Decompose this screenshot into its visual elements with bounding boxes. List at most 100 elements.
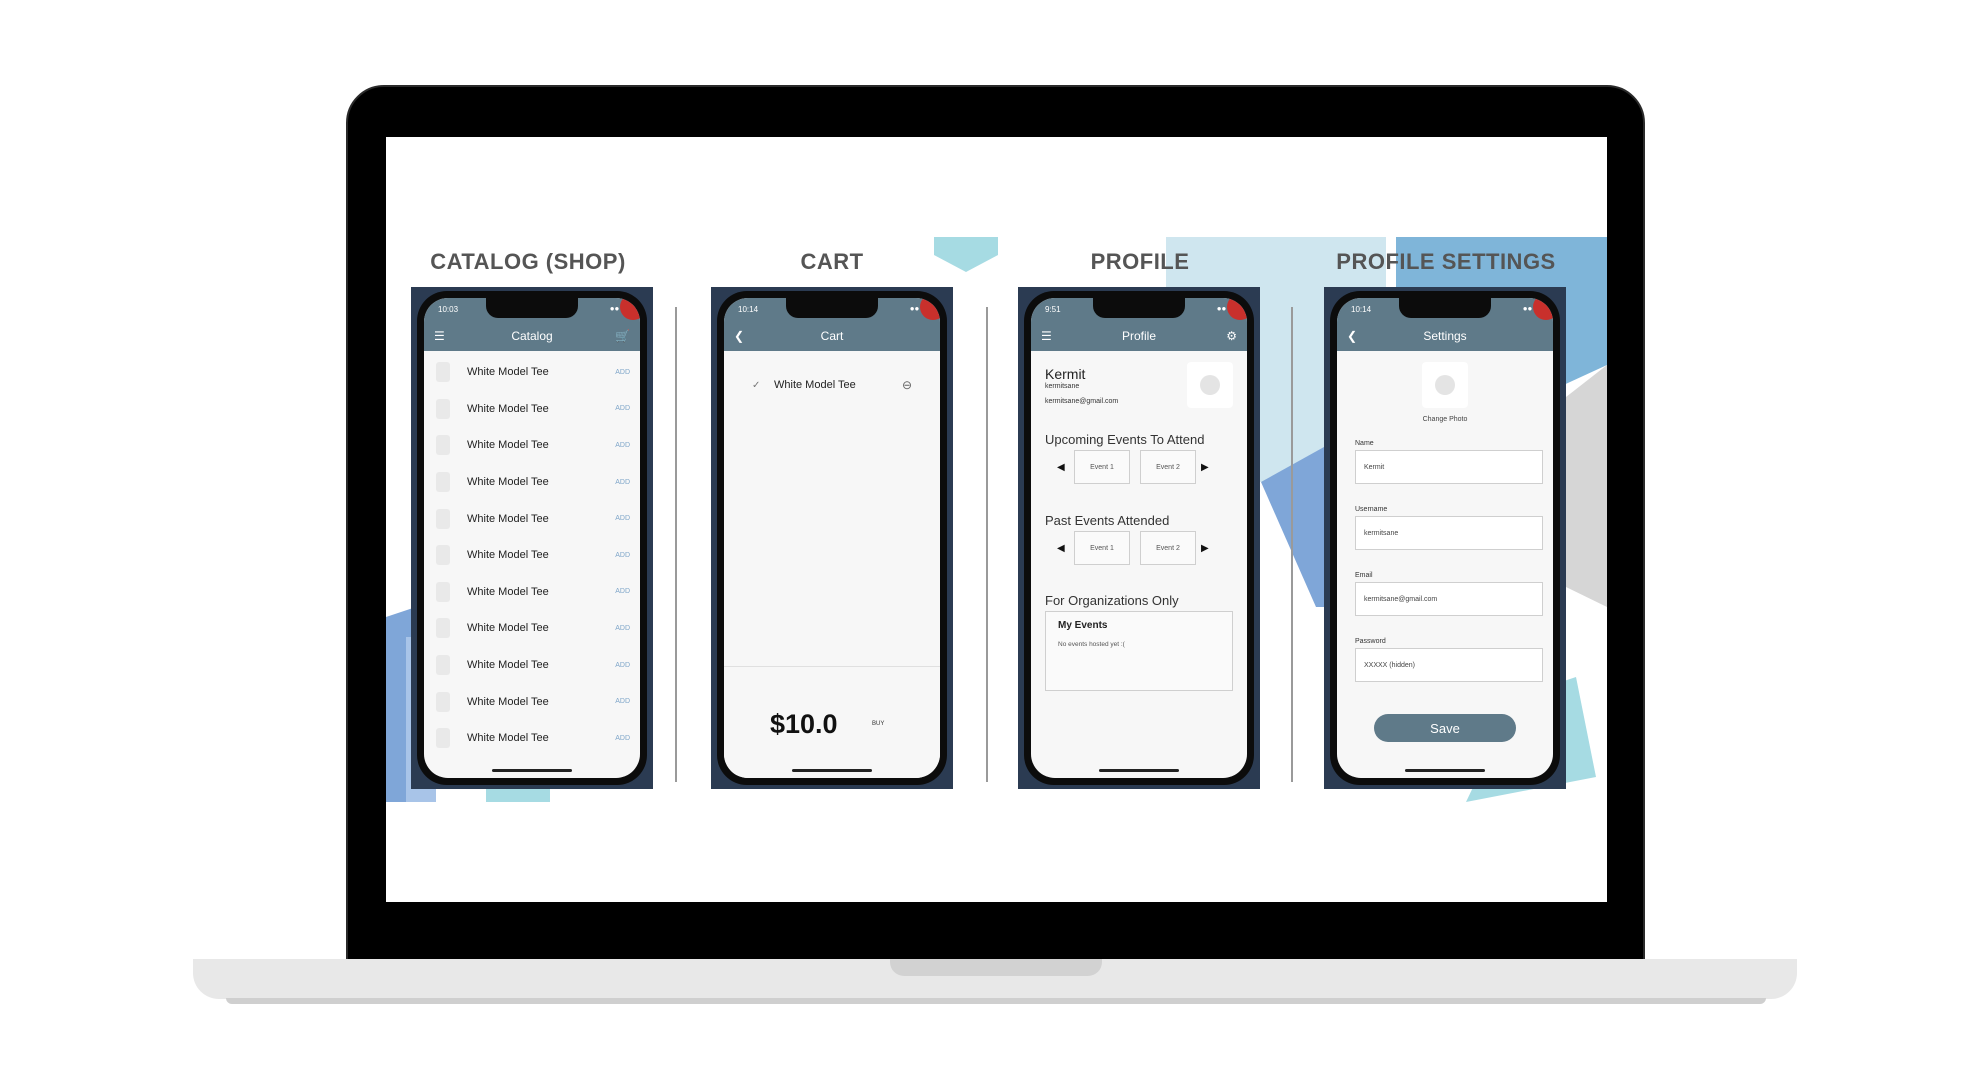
tshirt-thumbnail — [436, 728, 450, 749]
back-icon[interactable]: ❮ — [734, 329, 744, 343]
add-button[interactable]: ADD — [615, 369, 630, 376]
back-icon[interactable]: ❮ — [1347, 329, 1357, 343]
my-events-title: My Events — [1058, 620, 1108, 631]
nav-title: Profile — [1121, 328, 1156, 343]
list-item[interactable]: White Model Tee ADD — [424, 391, 640, 428]
username-field[interactable]: kermitsane — [1355, 516, 1543, 550]
add-button[interactable]: ADD — [615, 552, 630, 559]
add-button[interactable]: ADD — [615, 479, 630, 486]
my-events-empty: No events hosted yet :( — [1058, 641, 1125, 648]
section-title-settings: PROFILE SETTINGS — [1336, 249, 1556, 274]
add-button[interactable]: ADD — [615, 735, 630, 742]
nav-bar: ❮ Settings — [1337, 320, 1553, 351]
arrow-left-icon[interactable]: ◀ — [1057, 543, 1069, 554]
email-field[interactable]: kermitsane@gmail.com — [1355, 582, 1543, 616]
list-item[interactable]: White Model Tee ADD — [424, 720, 640, 757]
tshirt-thumbnail — [436, 655, 450, 676]
remove-icon[interactable]: ⊖ — [902, 378, 912, 392]
tshirt-thumbnail — [436, 545, 450, 566]
list-item[interactable]: White Model Tee ADD — [424, 574, 640, 611]
menu-icon[interactable]: ☰ — [1041, 329, 1052, 343]
list-item[interactable]: White Model Tee ADD — [424, 464, 640, 501]
catalog-screen: 10:03 ●● ≈ ☰ Catalog 🛒 White Model Tee AD… — [424, 298, 640, 778]
name-label: Name — [1355, 440, 1374, 447]
list-item[interactable]: White Model Tee ADD — [424, 683, 640, 720]
cart-icon[interactable]: 🛒 — [615, 329, 630, 343]
nav-bar: ❮ Cart — [724, 320, 940, 351]
list-item[interactable]: White Model Tee ADD — [424, 427, 640, 464]
change-photo-link[interactable]: Change Photo — [1337, 416, 1553, 423]
phone-notch — [486, 298, 578, 318]
nav-title: Settings — [1423, 328, 1467, 343]
my-events-panel: My Events No events hosted yet :( — [1045, 611, 1233, 691]
section-title-catalog: CATALOG (SHOP) — [430, 249, 626, 274]
event-card[interactable]: Event 2 — [1140, 450, 1196, 484]
add-button[interactable]: ADD — [615, 662, 630, 669]
tshirt-thumbnail — [436, 508, 450, 529]
item-name: White Model Tee — [467, 622, 549, 635]
menu-icon[interactable]: ☰ — [434, 329, 445, 343]
list-item[interactable]: White Model Tee ADD — [424, 610, 640, 647]
arrow-left-icon[interactable]: ◀ — [1057, 462, 1069, 473]
status-time: 9:51 — [1045, 305, 1061, 314]
arrow-right-icon[interactable]: ▶ — [1201, 543, 1213, 554]
add-button[interactable]: ADD — [615, 515, 630, 522]
laptop-screen: CATALOG (SHOP) CART PROFILE PROFILE SETT… — [386, 137, 1607, 902]
username-label: Username — [1355, 506, 1388, 513]
tshirt-thumbnail — [436, 691, 450, 712]
checkmark-icon: ✓ — [752, 379, 761, 391]
laptop-mockup: CATALOG (SHOP) CART PROFILE PROFILE SETT… — [0, 0, 1980, 1080]
phone-frame: 9:51 ●● ≈ ☰ Profile ⚙ Kermit kermitsane … — [1024, 291, 1254, 785]
event-card[interactable]: Event 1 — [1074, 531, 1130, 565]
profile-screen: 9:51 ●● ≈ ☰ Profile ⚙ Kermit kermitsane … — [1031, 298, 1247, 778]
item-name: White Model Tee — [467, 439, 549, 452]
add-button[interactable]: ADD — [615, 625, 630, 632]
add-button[interactable]: ADD — [615, 588, 630, 595]
list-item[interactable]: White Model Tee ADD — [424, 537, 640, 574]
nav-title: Catalog — [511, 328, 553, 343]
list-item[interactable]: White Model Tee ADD — [424, 647, 640, 684]
laptop-notch — [890, 959, 1102, 976]
item-name: White Model Tee — [467, 659, 549, 672]
organizations-heading: For Organizations Only — [1045, 593, 1179, 608]
event-card[interactable]: Event 1 — [1074, 450, 1130, 484]
password-field[interactable]: XXXXX (hidden) — [1355, 648, 1543, 682]
save-button[interactable]: Save — [1374, 714, 1516, 742]
tshirt-thumbnail — [436, 435, 450, 456]
cart-item-name: White Model Tee — [774, 379, 856, 391]
laptop-shadow — [226, 998, 1766, 1004]
divider — [675, 307, 677, 782]
divider — [986, 307, 988, 782]
past-events-carousel: ◀ Event 1 Event 2 ▶ — [1057, 531, 1213, 565]
item-name: White Model Tee — [467, 366, 549, 379]
cart-screen: 10:14 ●● ≈ ❮ Cart ✓ White Model Tee ⊖ $1… — [724, 298, 940, 778]
add-button[interactable]: ADD — [615, 405, 630, 412]
catalog-screenshot: 10:03 ●● ≈ ☰ Catalog 🛒 White Model Tee AD… — [411, 287, 653, 789]
event-card[interactable]: Event 2 — [1140, 531, 1196, 565]
catalog-list: White Model Tee ADD White Model Tee ADD Wh… — [424, 354, 640, 757]
item-name: White Model Tee — [467, 549, 549, 562]
avatar[interactable] — [1422, 362, 1468, 408]
gear-icon[interactable]: ⚙ — [1226, 329, 1237, 343]
buy-button[interactable]: BUY — [872, 721, 884, 727]
status-time: 10:14 — [738, 305, 759, 314]
list-item[interactable]: White Model Tee ADD — [424, 500, 640, 537]
profile-email: kermitsane@gmail.com — [1045, 398, 1119, 405]
name-field[interactable]: Kermit — [1355, 450, 1543, 484]
nav-bar: ☰ Profile ⚙ — [1031, 320, 1247, 351]
arrow-right-icon[interactable]: ▶ — [1201, 462, 1213, 473]
add-button[interactable]: ADD — [615, 698, 630, 705]
profile-name: Kermit — [1045, 366, 1086, 382]
item-name: White Model Tee — [467, 512, 549, 525]
profile-screenshot: 9:51 ●● ≈ ☰ Profile ⚙ Kermit kermitsane … — [1018, 287, 1260, 789]
email-label: Email — [1355, 572, 1373, 579]
phone-frame: 10:14 ●● ≈ ❮ Settings Change Photo Name … — [1330, 291, 1560, 785]
tshirt-thumbnail — [436, 472, 450, 493]
upcoming-events-heading: Upcoming Events To Attend — [1045, 432, 1205, 447]
list-item[interactable]: White Model Tee ADD — [424, 354, 640, 391]
status-time: 10:03 — [438, 305, 459, 314]
add-button[interactable]: ADD — [615, 442, 630, 449]
status-time: 10:14 — [1351, 305, 1372, 314]
cart-screenshot: 10:14 ●● ≈ ❮ Cart ✓ White Model Tee ⊖ $1… — [711, 287, 953, 789]
section-title-cart: CART — [800, 249, 864, 274]
